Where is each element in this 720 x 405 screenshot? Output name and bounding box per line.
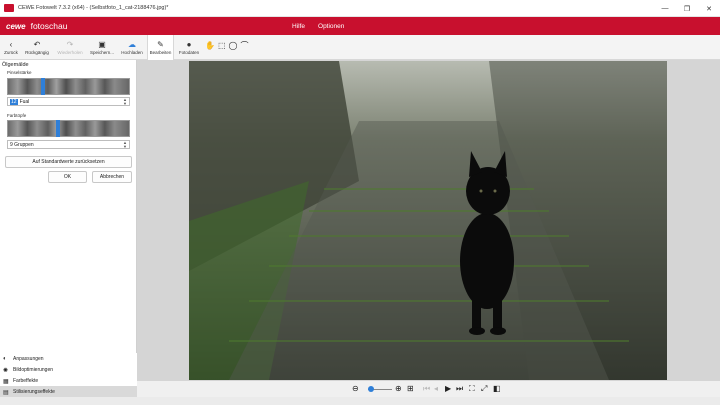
zoom-in-icon[interactable]: ⊕ xyxy=(395,383,402,395)
info-icon: ● xyxy=(186,40,192,49)
viewer-bottom-bar: ⊖ ⊕ ⊞ ⏮ ◂ ▶ ⏭ ⛶ ⤢ ◧ xyxy=(137,381,720,397)
window-title: CEWE Fotowelt 7.3.2 (x64) - (Selbstfoto_… xyxy=(18,5,169,11)
menu-help[interactable]: Hilfe xyxy=(292,23,305,30)
reset-button[interactable]: Auf Standardwerte zurücksetzen xyxy=(5,156,132,168)
pixel-size-marker[interactable] xyxy=(41,78,45,95)
style-effects-icon: ▤ xyxy=(3,389,9,396)
undo-icon: ↶ xyxy=(33,40,41,49)
redo-button[interactable]: ↷ Wiederholen xyxy=(56,35,84,60)
lasso-select-icon[interactable]: ⌒ xyxy=(240,40,248,51)
edit-icon: ✎ xyxy=(157,40,164,49)
last-image-icon[interactable]: ⏭ xyxy=(456,383,463,395)
prev-image-icon[interactable]: ◂ xyxy=(434,383,438,395)
menu-options[interactable]: Optionen xyxy=(318,23,344,30)
upload-button[interactable]: ☁ Hochladen xyxy=(119,35,145,60)
hand-tool-icon[interactable]: ✋ xyxy=(205,41,215,50)
back-icon: ‹ xyxy=(9,40,13,49)
fit-screen-icon[interactable]: ⛶ xyxy=(469,383,475,395)
maximize-button[interactable]: ❐ xyxy=(676,0,698,17)
cloud-upload-icon: ☁ xyxy=(128,40,136,49)
zoom-slider-thumb[interactable] xyxy=(368,386,374,392)
panel-title: Ölgemälde xyxy=(2,62,29,68)
spinner-icon[interactable]: ▲ ▼ xyxy=(123,98,127,106)
photo-canvas[interactable] xyxy=(189,61,667,380)
photo-content xyxy=(189,61,667,380)
redo-icon: ↷ xyxy=(66,40,74,49)
app-icon xyxy=(4,4,14,12)
pixel-size-thumbnails[interactable] xyxy=(7,78,130,95)
status-strip xyxy=(0,397,720,405)
brand-bar: cewe fotoschau Hilfe Optionen xyxy=(0,17,720,35)
ellipse-select-icon[interactable]: ◯ xyxy=(229,41,238,50)
save-icon: ▣ xyxy=(98,40,106,49)
fullscreen-icon[interactable]: ⤢ xyxy=(481,383,487,395)
color-effects-icon: ▦ xyxy=(3,378,9,385)
main-menu: Hilfe Optionen xyxy=(292,17,344,35)
image-viewer[interactable] xyxy=(137,60,720,381)
selection-tools: ✋ ⬚ ◯ ⌒ xyxy=(205,40,248,51)
pixel-size-label: Pinselstärke xyxy=(7,70,32,75)
pixel-size-select[interactable]: 12 Fual ▲ ▼ xyxy=(7,97,130,106)
window-controls: — ❐ ✕ xyxy=(654,0,720,17)
color-thumbnails[interactable] xyxy=(7,120,130,137)
toolbar: ‹ Zurück ↶ Rückgängig ↷ Wiederholen ▣ Sp… xyxy=(0,35,720,60)
photodata-button[interactable]: ● Fotodaten xyxy=(176,35,202,60)
minimize-button[interactable]: — xyxy=(654,0,676,17)
sun-icon: ✺ xyxy=(3,367,9,374)
adjust-icon: ◐ xyxy=(3,356,7,362)
play-icon[interactable]: ▶ xyxy=(445,383,451,395)
undo-button[interactable]: ↶ Rückgängig xyxy=(23,35,51,60)
rect-select-icon[interactable]: ⬚ xyxy=(218,41,226,50)
back-button[interactable]: ‹ Zurück xyxy=(2,35,20,60)
zoom-out-icon[interactable]: ⊖ xyxy=(352,383,359,395)
cancel-button[interactable]: Abbrechen xyxy=(92,171,132,183)
close-button[interactable]: ✕ xyxy=(698,0,720,17)
color-marker[interactable] xyxy=(56,120,60,137)
ok-button[interactable]: OK xyxy=(48,171,87,183)
title-bar: CEWE Fotowelt 7.3.2 (x64) - (Selbstfoto_… xyxy=(0,0,720,17)
color-label: Farbtöpfe xyxy=(7,113,27,118)
add-image-icon[interactable]: ⊞ xyxy=(407,383,414,395)
brand-logo: cewe xyxy=(6,21,26,31)
compare-icon[interactable]: ◧ xyxy=(493,383,501,395)
edit-button[interactable]: ✎ Bearbeiten xyxy=(147,35,174,60)
effect-panel: Ölgemälde Pinselstärke 12 Fual ▲ ▼ Farbtö… xyxy=(0,60,137,353)
spinner-icon[interactable]: ▲ ▼ xyxy=(123,141,127,149)
save-button[interactable]: ▣ Speichern... xyxy=(88,35,116,60)
color-select[interactable]: 9 Gruppen ▲ ▼ xyxy=(7,140,130,149)
first-image-icon[interactable]: ⏮ xyxy=(423,383,430,395)
brand-name: fotoschau xyxy=(30,21,68,31)
